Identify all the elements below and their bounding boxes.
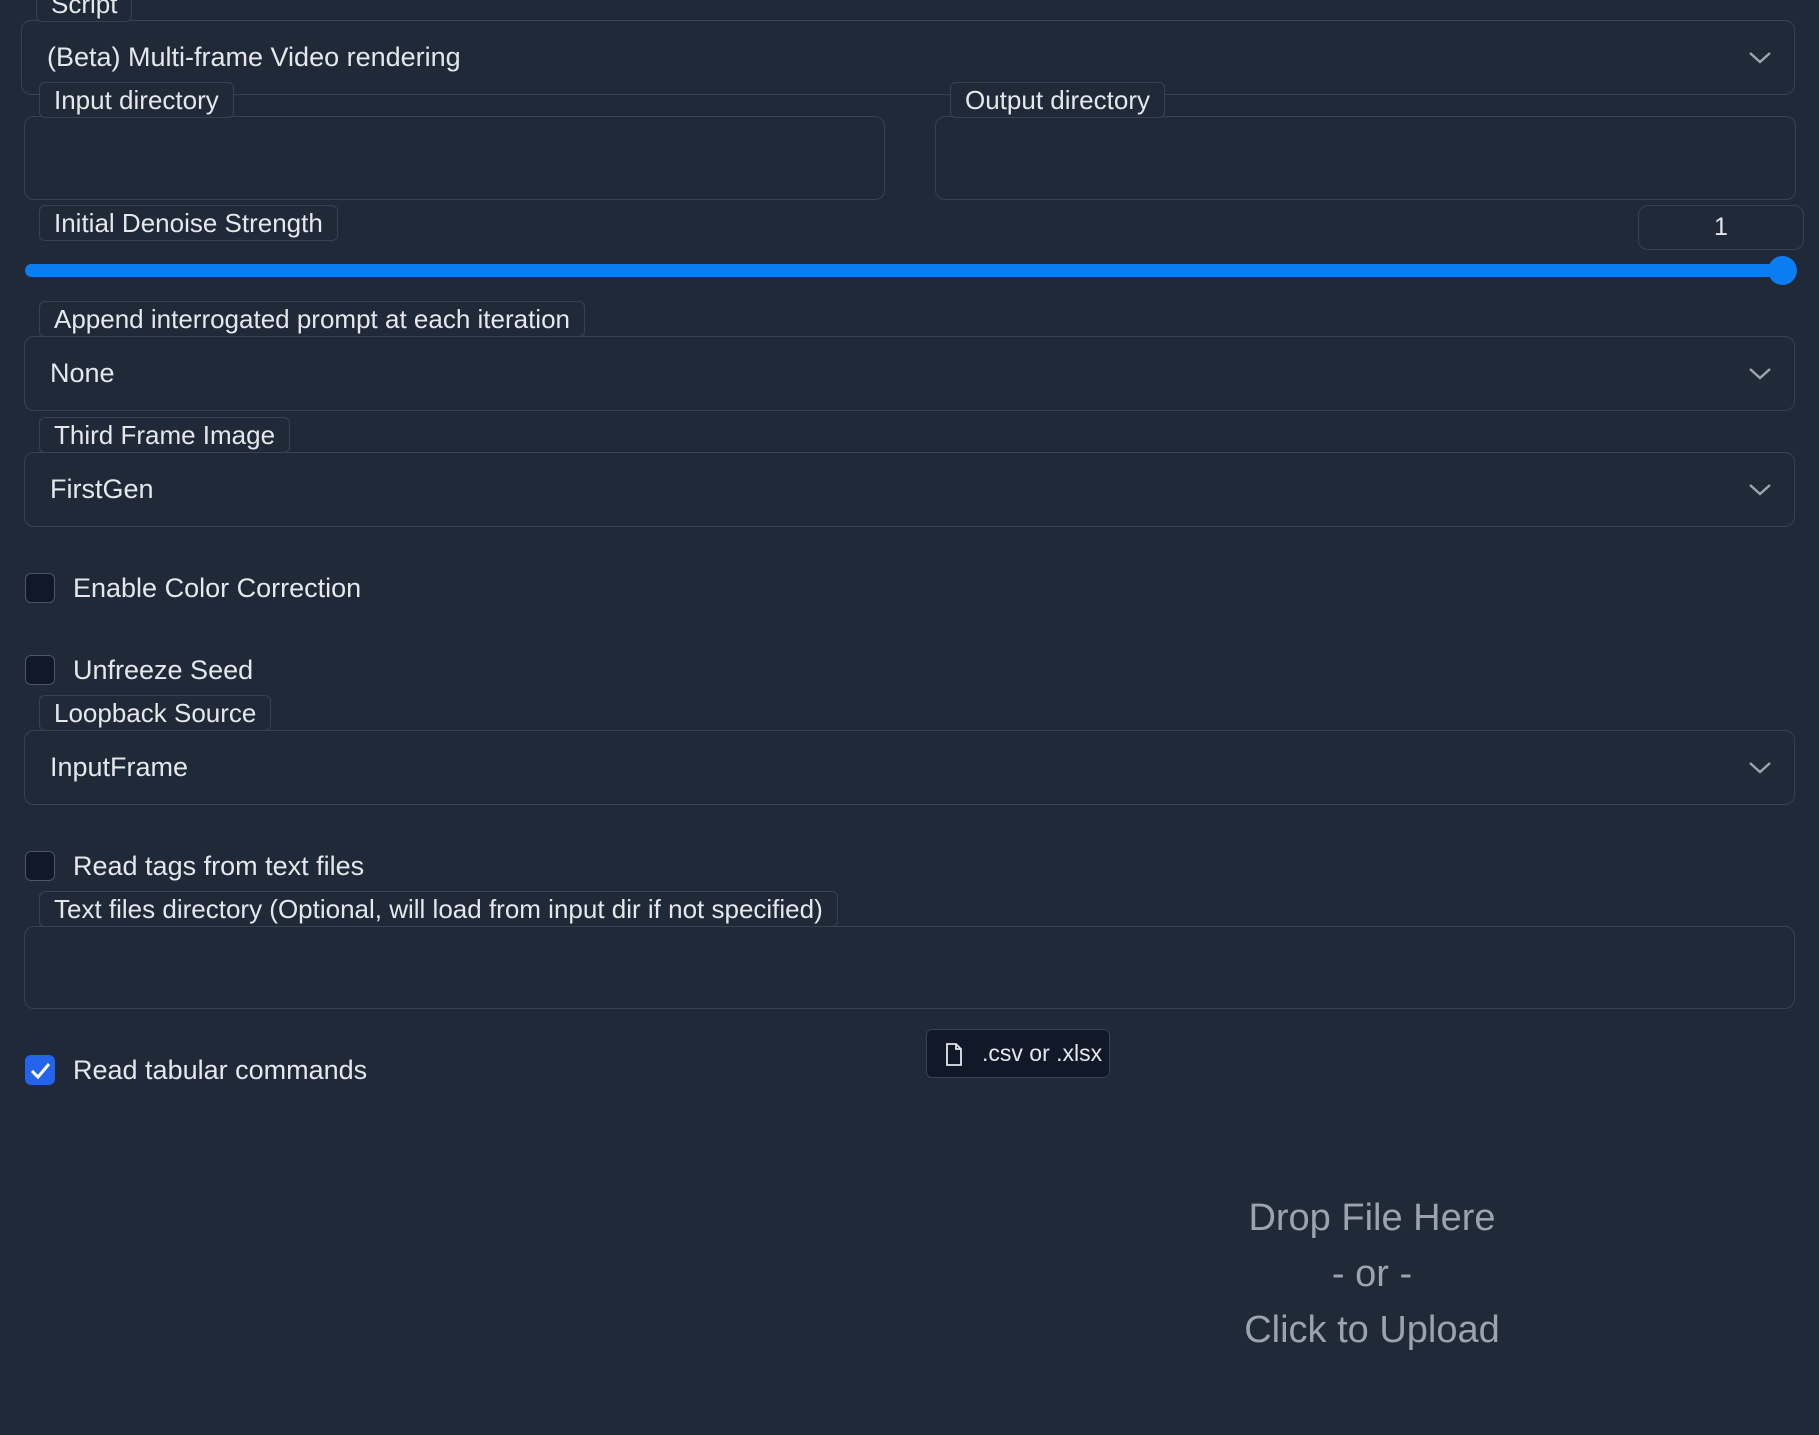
text-files-directory-field[interactable]: [24, 926, 1795, 1009]
third-frame-label: Third Frame Image: [39, 417, 291, 453]
color-correction-label: Enable Color Correction: [73, 573, 362, 603]
read-tags-label: Read tags from text files: [73, 851, 365, 881]
chevron-down-icon: [1749, 52, 1771, 64]
append-prompt-selected-value: None: [50, 358, 115, 388]
loopback-source-dropdown[interactable]: InputFrame: [24, 730, 1795, 805]
chevron-down-icon: [1749, 484, 1771, 496]
denoise-strength-number-input[interactable]: 1: [1638, 205, 1804, 250]
append-prompt-label: Append interrogated prompt at each itera…: [39, 301, 586, 337]
drop-file-text: Drop File Here: [1248, 1197, 1496, 1239]
read-tags-checkbox[interactable]: [25, 851, 55, 881]
text-files-directory-label: Text files directory (Optional, will loa…: [39, 891, 838, 927]
third-frame-dropdown[interactable]: FirstGen: [24, 452, 1795, 527]
file-icon: [946, 1043, 962, 1066]
color-correction-checkbox[interactable]: [25, 573, 55, 603]
chevron-down-icon: [1749, 762, 1771, 774]
checkmark-icon: [30, 1063, 51, 1080]
unfreeze-seed-label: Unfreeze Seed: [73, 655, 254, 685]
input-directory-label: Input directory: [39, 82, 234, 118]
unfreeze-seed-checkbox[interactable]: [25, 655, 55, 685]
output-directory-field[interactable]: [935, 116, 1796, 200]
output-directory-label: Output directory: [950, 82, 1165, 118]
read-tabular-checkbox[interactable]: [25, 1055, 55, 1085]
read-tabular-label: Read tabular commands: [73, 1055, 368, 1085]
script-label: Script: [36, 0, 133, 22]
denoise-strength-slider-fill: [25, 264, 1783, 277]
click-to-upload-text: Click to Upload: [1244, 1309, 1500, 1351]
loopback-source-label: Loopback Source: [39, 695, 272, 731]
third-frame-selected-value: FirstGen: [50, 474, 154, 504]
file-drop-zone[interactable]: Drop File Here - or - Click to Upload: [1100, 1190, 1644, 1358]
script-dropdown[interactable]: (Beta) Multi-frame Video rendering: [21, 20, 1795, 95]
input-directory-field[interactable]: [24, 116, 885, 200]
denoise-strength-slider-thumb[interactable]: [1768, 256, 1797, 285]
denoise-strength-label: Initial Denoise Strength: [39, 205, 338, 241]
denoise-strength-slider[interactable]: [25, 256, 1797, 285]
chevron-down-icon: [1749, 368, 1771, 380]
append-prompt-dropdown[interactable]: None: [24, 336, 1795, 411]
file-type-text: .csv or .xlsx: [982, 1040, 1103, 1066]
file-type-chip: .csv or .xlsx: [926, 1029, 1110, 1078]
drop-or-text: - or -: [1331, 1253, 1413, 1295]
loopback-source-selected-value: InputFrame: [50, 752, 189, 782]
